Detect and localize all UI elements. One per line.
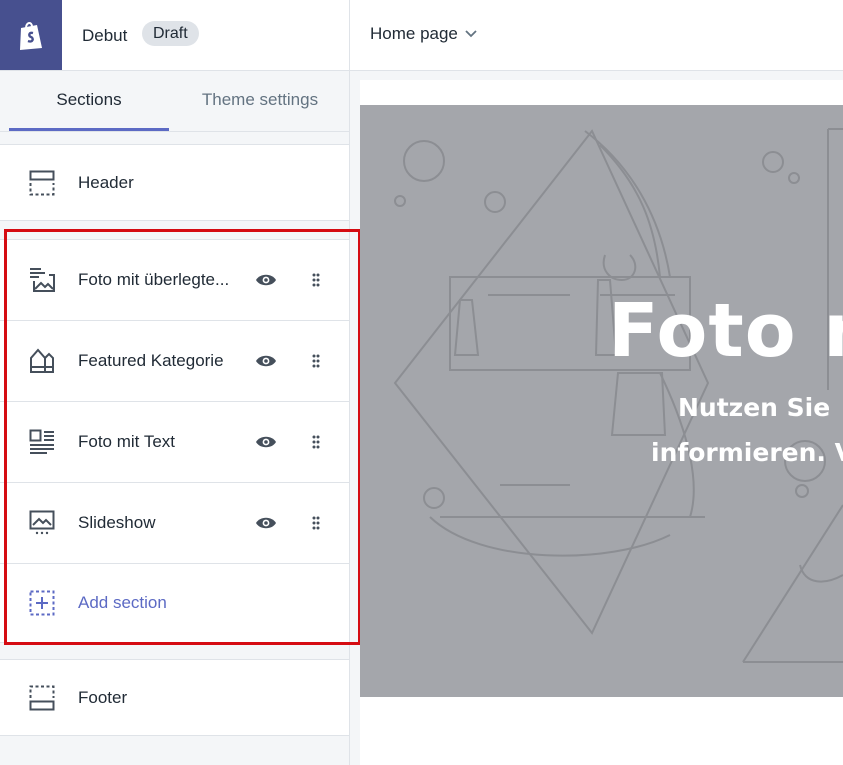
section-row[interactable]: Foto mit überlegte... [0, 240, 349, 321]
section-label: Footer [78, 687, 128, 707]
status-badge: Draft [142, 21, 199, 46]
tab-theme-settings[interactable]: Theme settings [175, 71, 345, 131]
drag-handle-icon[interactable] [309, 270, 323, 290]
slideshow-icon [28, 509, 56, 537]
shopify-bag-icon [20, 22, 42, 50]
section-label: Foto mit überlegte... [78, 270, 230, 289]
image-with-text-icon [28, 428, 56, 456]
page-selector[interactable]: Home page [370, 24, 477, 44]
page-selector-label: Home page [370, 24, 458, 43]
hero-heading: Foto m [608, 288, 843, 374]
visibility-eye-icon[interactable] [254, 349, 278, 373]
shopify-logo[interactable] [0, 0, 62, 70]
add-section-icon [28, 589, 56, 617]
section-row-footer[interactable]: Footer [0, 660, 349, 735]
visibility-eye-icon[interactable] [254, 511, 278, 535]
section-label: Slideshow [78, 513, 156, 532]
section-label: Featured Kategorie [78, 351, 224, 370]
hero-subheading-line-1: Nutzen Sie [678, 393, 831, 422]
footer-layout-icon [28, 684, 56, 712]
top-bar: Debut Draft Home page [0, 0, 843, 71]
drag-handle-icon[interactable] [309, 351, 323, 371]
visibility-eye-icon[interactable] [254, 430, 278, 454]
section-row[interactable]: Featured Kategorie [0, 321, 349, 402]
theme-name: Debut [82, 26, 128, 45]
footer-section-card: Footer [0, 659, 349, 736]
section-row-header[interactable]: Header [0, 145, 349, 220]
section-label: Header [78, 172, 134, 192]
image-with-text-overlay-icon [28, 266, 56, 294]
collection-icon [28, 347, 56, 375]
drag-handle-icon[interactable] [309, 513, 323, 533]
drag-handle-icon[interactable] [309, 432, 323, 452]
add-section-label: Add section [78, 593, 167, 612]
section-row[interactable]: Foto mit Text [0, 402, 349, 483]
section-row[interactable]: Slideshow [0, 483, 349, 564]
hero-subheading-line-2: informieren. V [651, 438, 843, 467]
sections-list-card: Foto mit überlegte... Featured Kategorie [0, 239, 349, 643]
section-label: Foto mit Text [78, 432, 175, 451]
hero-image-placeholder: Foto m Nutzen Sie informieren. V [360, 105, 843, 697]
add-section-button[interactable]: Add section [0, 564, 349, 642]
sidebar: Sections Theme settings Header Foto mit … [0, 71, 350, 765]
header-section-card: Header [0, 144, 349, 221]
topbar-divider [349, 0, 350, 70]
chevron-down-icon [465, 30, 477, 38]
tab-sections[interactable]: Sections [9, 71, 169, 131]
visibility-eye-icon[interactable] [254, 268, 278, 292]
sidebar-tabs: Sections Theme settings [0, 71, 349, 132]
header-layout-icon [28, 169, 56, 197]
